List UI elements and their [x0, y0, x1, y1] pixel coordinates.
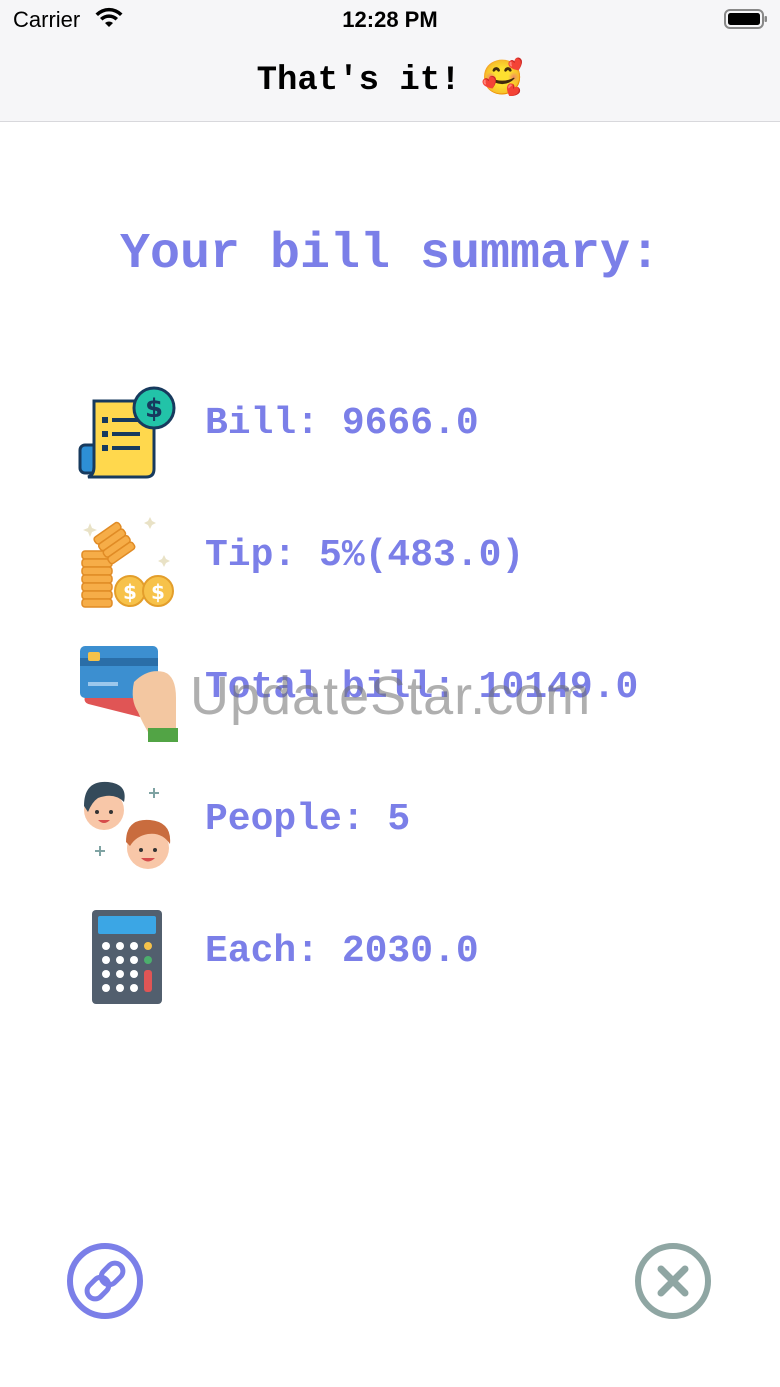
summary-heading: Your bill summary:: [119, 226, 661, 283]
status-bar: Carrier 12:28 PM: [0, 0, 780, 40]
smiling-hearts-emoji-icon: 🥰: [481, 58, 524, 98]
nav-title-text: That's it!: [256, 62, 461, 100]
people-label: People: 5: [205, 798, 411, 841]
svg-text:$: $: [151, 580, 165, 604]
navigation-bar: That's it! 🥰: [0, 40, 780, 122]
each-label: Each: 2030.0: [205, 930, 479, 973]
nav-title: That's it! 🥰: [0, 58, 780, 100]
battery-icon: [724, 9, 767, 29]
watermark: UpdateStar.com: [190, 666, 592, 726]
svg-text:$: $: [123, 580, 137, 604]
calculator-icon: [92, 910, 162, 1004]
link-icon: [67, 1243, 143, 1319]
summary-row-bill: $ Bill: 9666.0: [0, 378, 780, 488]
summary-row-each: Each: 2030.0: [0, 906, 780, 1016]
svg-text:$: $: [145, 394, 163, 424]
status-time: 12:28 PM: [342, 7, 438, 32]
people-icon: [84, 781, 171, 869]
coins-icon: $ $: [81, 517, 174, 608]
summary-row-tip: $ $ Tip: 5%(483.0): [0, 510, 780, 620]
receipt-icon: $: [78, 386, 176, 479]
close-button[interactable]: [634, 1242, 712, 1320]
credit-card-icon: [80, 646, 178, 742]
tip-label: Tip: 5%(483.0): [205, 534, 525, 577]
summary-row-people: People: 5: [0, 774, 780, 884]
bill-label: Bill: 9666.0: [205, 402, 479, 445]
close-icon: [635, 1243, 711, 1319]
share-link-button[interactable]: [66, 1242, 144, 1320]
